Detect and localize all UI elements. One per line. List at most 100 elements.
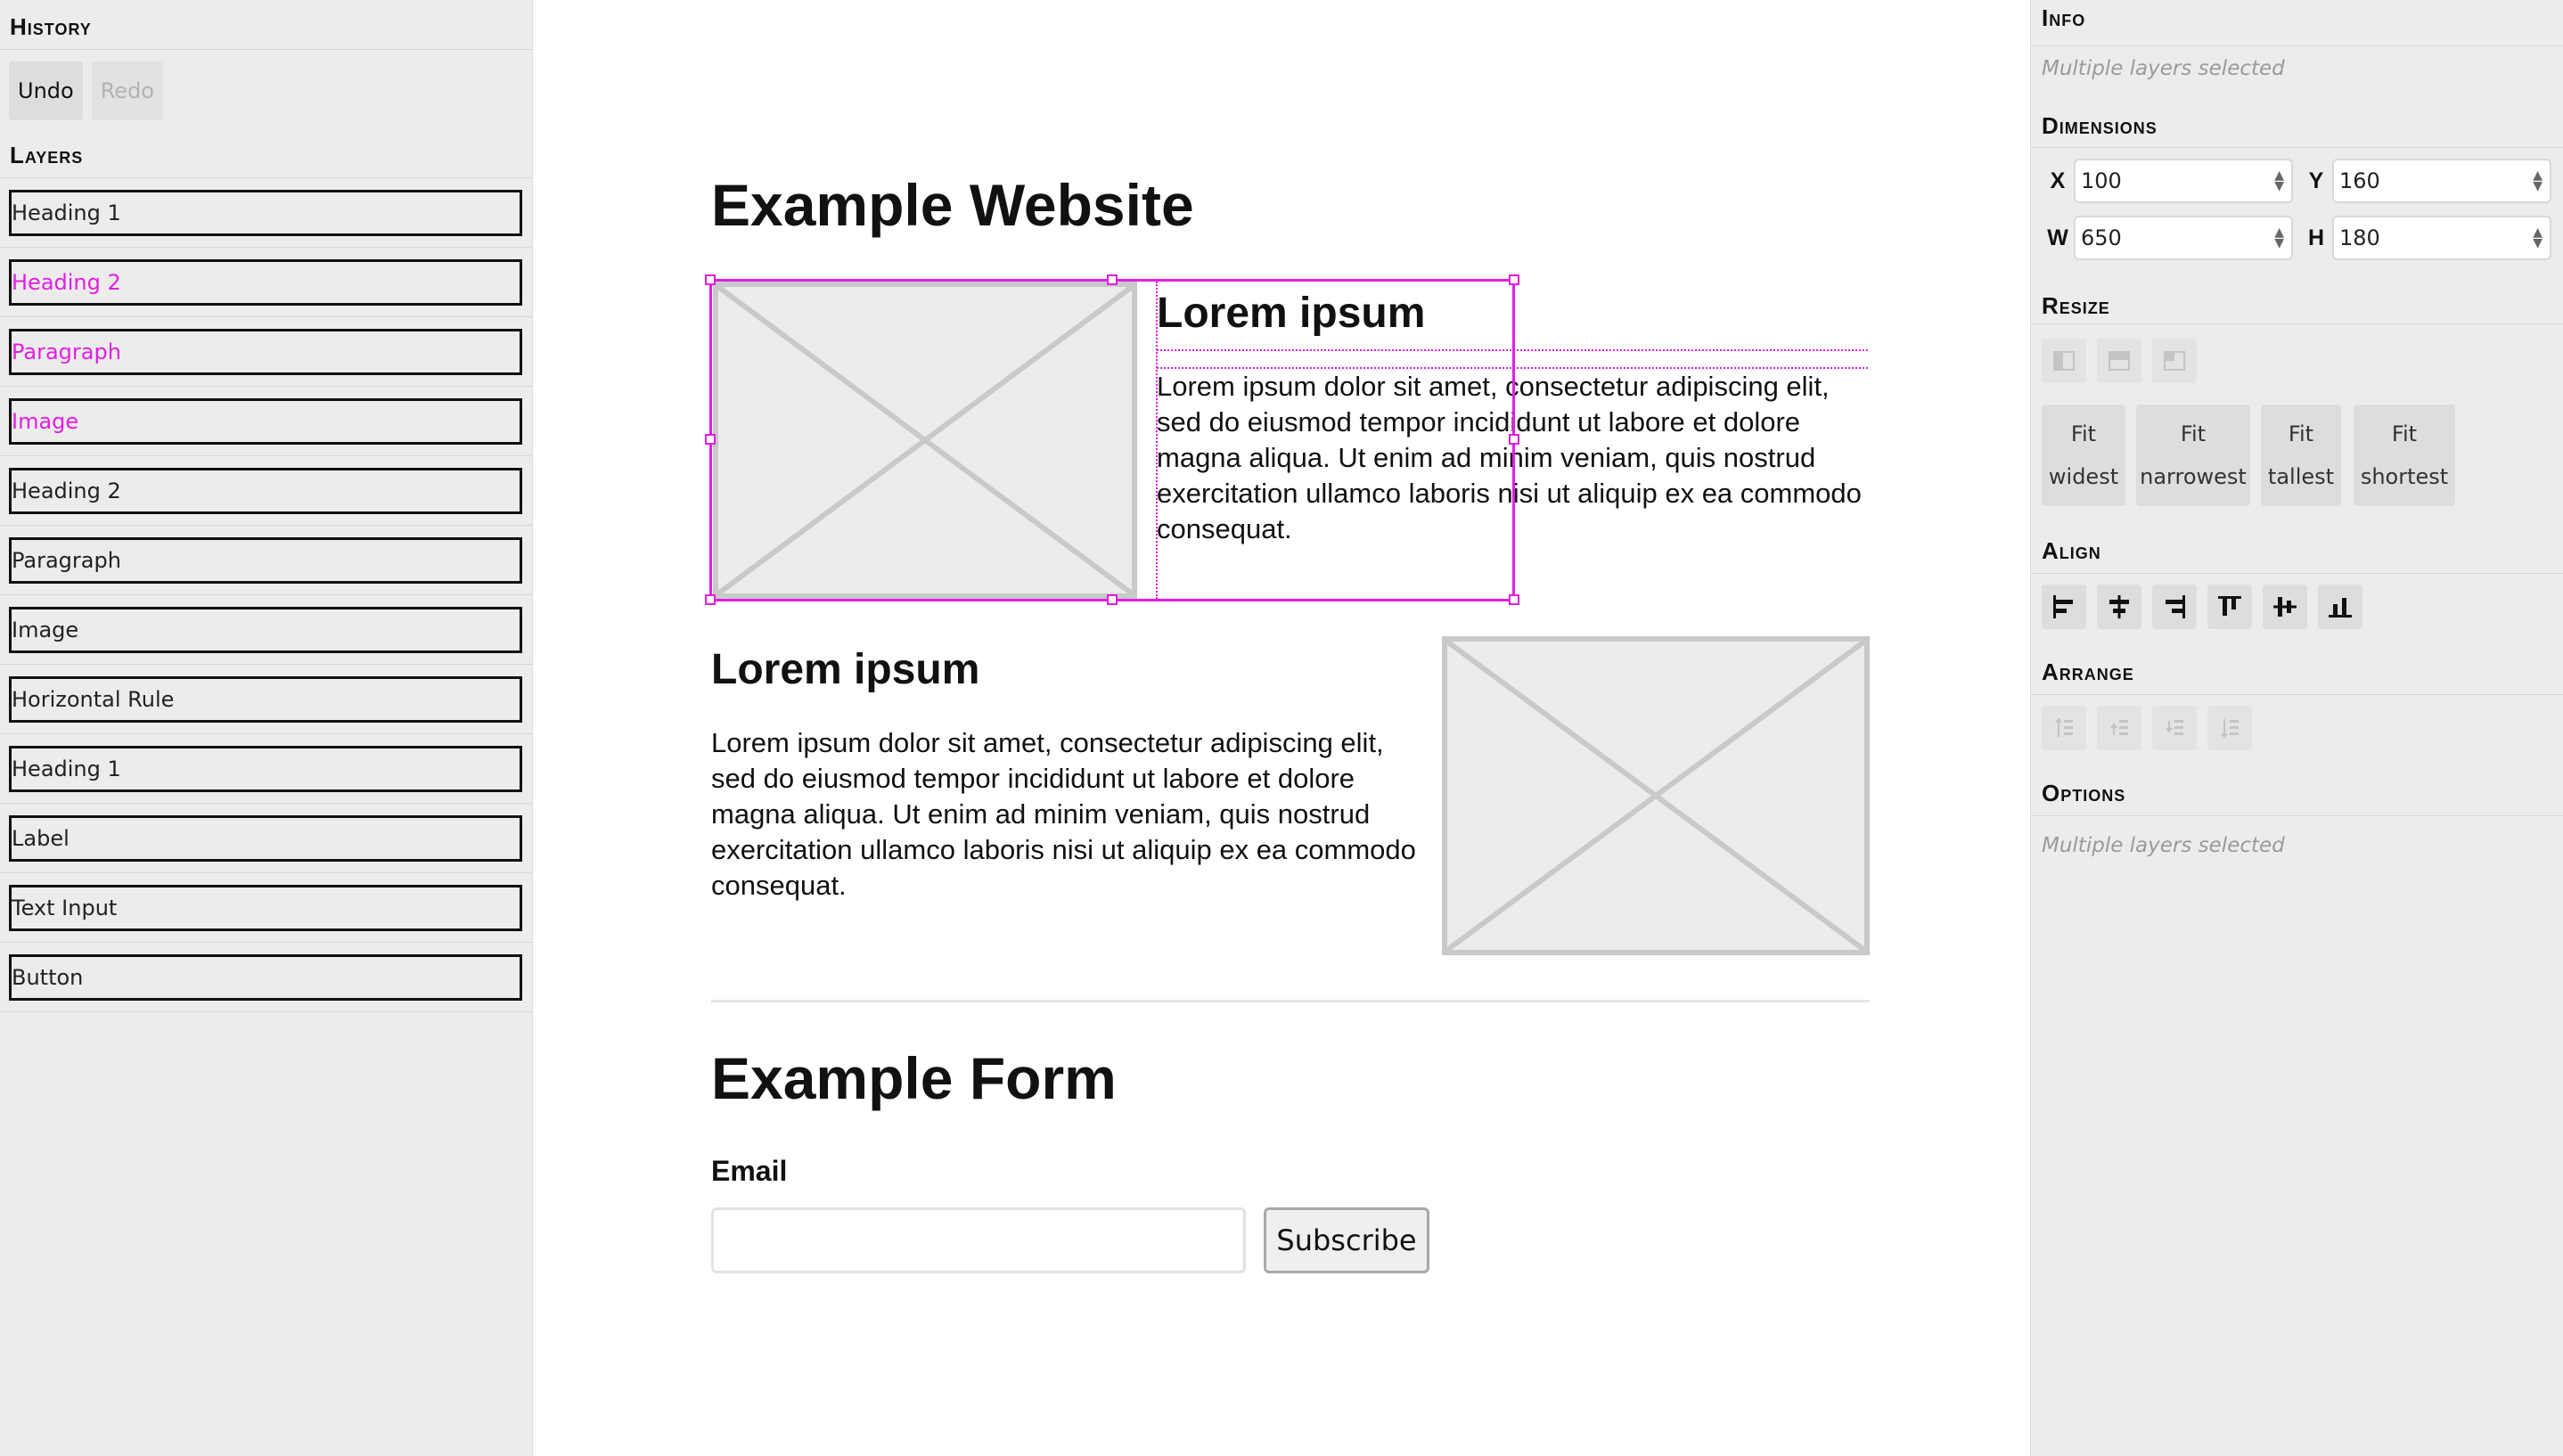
layer-item[interactable]: Text Input xyxy=(9,884,522,931)
fit-line2: tallest xyxy=(2267,464,2335,489)
layer-item[interactable]: Heading 2 xyxy=(9,467,522,514)
bring-to-front-icon[interactable] xyxy=(2042,706,2086,750)
history-heading: History xyxy=(0,0,532,50)
layer-row[interactable]: Heading 2 xyxy=(0,456,532,526)
layer-row[interactable]: Button xyxy=(0,943,532,1012)
resize-handle-top[interactable] xyxy=(1107,274,1118,285)
w-field-row: W 650 ▲ ▼ xyxy=(2042,216,2293,260)
send-backward-icon[interactable] xyxy=(2152,706,2197,750)
history-buttons: Undo Redo xyxy=(0,50,532,130)
h-field-row: H 180 ▲ ▼ xyxy=(2300,216,2551,260)
layer-item[interactable]: Image xyxy=(9,606,522,653)
site-title[interactable]: Example Website xyxy=(711,171,1194,239)
bring-forward-icon[interactable] xyxy=(2097,706,2141,750)
section2-paragraph[interactable]: Lorem ipsum dolor sit amet, consectetur … xyxy=(711,725,1424,904)
options-status: Multiple layers selected xyxy=(2042,834,2285,857)
image-placeholder-icon xyxy=(1447,642,1864,950)
layer-item[interactable]: Horizontal Rule xyxy=(9,675,522,723)
fit-line1: Fit xyxy=(2180,421,2207,446)
layer-item[interactable]: Label xyxy=(9,814,522,862)
layer-row[interactable]: Paragraph xyxy=(0,317,532,387)
layer-row[interactable]: Label xyxy=(0,804,532,873)
y-input[interactable]: 160 ▲ ▼ xyxy=(2332,159,2551,203)
resize-handle-bottom-right[interactable] xyxy=(1509,594,1519,605)
layer-item-selected[interactable]: Paragraph xyxy=(9,328,522,375)
layer-item[interactable]: Heading 1 xyxy=(9,745,522,792)
fit-line2: widest xyxy=(2048,464,2119,489)
x-value: 100 xyxy=(2081,168,2122,193)
layer-item[interactable]: Button xyxy=(9,953,522,1001)
layer-row[interactable]: Heading 1 xyxy=(0,178,532,248)
options-heading: Options xyxy=(2031,768,2563,816)
stepper-icon[interactable]: ▲ ▼ xyxy=(2274,226,2284,249)
layer-row[interactable]: Image xyxy=(0,595,532,665)
layer-list: Heading 1 Heading 2 Paragraph Image Head… xyxy=(0,178,532,1012)
resize-handle-bottom-left[interactable] xyxy=(705,594,716,605)
align-top-icon[interactable] xyxy=(2207,585,2252,629)
align-right-icon[interactable] xyxy=(2152,585,2197,629)
y-value: 160 xyxy=(2339,168,2380,193)
x-label: X xyxy=(2050,168,2066,193)
align-left-icon[interactable] xyxy=(2042,585,2086,629)
fit-line2: narrowest xyxy=(2140,464,2247,489)
layer-row[interactable]: Text Input xyxy=(0,873,532,943)
right-panel: Info Multiple layers selected Dimensions… xyxy=(2030,0,2563,1456)
redo-button[interactable]: Redo xyxy=(91,61,163,120)
layers-heading: Layers xyxy=(0,130,532,178)
resize-heading: Resize xyxy=(2031,278,2563,324)
selection-box[interactable] xyxy=(709,279,1515,601)
design-canvas[interactable]: Example Website Lorem ipsum Lorem ipsum … xyxy=(533,0,2030,1456)
stepper-icon[interactable]: ▲ ▼ xyxy=(2533,226,2543,249)
dimensions-heading: Dimensions xyxy=(2031,93,2563,148)
layer-item[interactable]: Heading 1 xyxy=(9,189,522,236)
layer-item[interactable]: Paragraph xyxy=(9,536,522,584)
resize-handle-bottom[interactable] xyxy=(1107,594,1118,605)
horizontal-rule[interactable] xyxy=(711,1000,1870,1002)
email-input[interactable] xyxy=(711,1207,1246,1273)
section2-heading[interactable]: Lorem ipsum xyxy=(711,645,979,694)
fit-line1: Fit xyxy=(2070,421,2097,446)
undo-button[interactable]: Undo xyxy=(9,61,83,120)
layer-row[interactable]: Heading 2 xyxy=(0,248,532,317)
y-label: Y xyxy=(2308,168,2324,193)
h-input[interactable]: 180 ▲ ▼ xyxy=(2332,216,2551,260)
form-title[interactable]: Example Form xyxy=(711,1044,1117,1112)
align-bottom-icon[interactable] xyxy=(2318,585,2362,629)
h-label: H xyxy=(2307,225,2325,250)
h-value: 180 xyxy=(2339,225,2380,250)
w-input[interactable]: 650 ▲ ▼ xyxy=(2074,216,2293,260)
x-input[interactable]: 100 ▲ ▼ xyxy=(2074,159,2293,203)
w-label: W xyxy=(2047,225,2068,250)
stepper-icon[interactable]: ▲ ▼ xyxy=(2274,169,2284,192)
subscribe-button[interactable]: Subscribe xyxy=(1264,1207,1429,1273)
w-value: 650 xyxy=(2081,225,2122,250)
stepper-icon[interactable]: ▲ ▼ xyxy=(2533,169,2543,192)
align-heading: Align xyxy=(2031,526,2563,574)
resize-handle-left[interactable] xyxy=(705,434,716,445)
match-height-icon[interactable] xyxy=(2097,339,2141,383)
align-center-vertical-icon[interactable] xyxy=(2263,585,2307,629)
y-field-row: Y 160 ▲ ▼ xyxy=(2300,159,2551,203)
layer-row[interactable]: Heading 1 xyxy=(0,734,532,804)
match-width-icon[interactable] xyxy=(2042,339,2086,383)
fit-shortest-button[interactable]: Fit shortest xyxy=(2354,405,2455,506)
resize-handle-right[interactable] xyxy=(1509,434,1519,445)
resize-handle-top-right[interactable] xyxy=(1509,274,1519,285)
layer-row[interactable]: Paragraph xyxy=(0,526,532,595)
x-field-row: X 100 ▲ ▼ xyxy=(2042,159,2293,203)
match-size-icon[interactable] xyxy=(2152,339,2197,383)
layer-row[interactable]: Image xyxy=(0,387,532,456)
layer-item-selected[interactable]: Image xyxy=(9,397,522,445)
send-to-back-icon[interactable] xyxy=(2207,706,2252,750)
fit-widest-button[interactable]: Fit widest xyxy=(2042,405,2125,506)
align-center-horizontal-icon[interactable] xyxy=(2097,585,2141,629)
left-panel: History Undo Redo Layers Heading 1 Headi… xyxy=(0,0,533,1456)
email-label[interactable]: Email xyxy=(711,1155,787,1188)
layer-item-selected[interactable]: Heading 2 xyxy=(9,258,522,306)
fit-line1: Fit xyxy=(2391,421,2418,446)
fit-narrowest-button[interactable]: Fit narrowest xyxy=(2136,405,2250,506)
image-placeholder-2[interactable] xyxy=(1442,636,1870,955)
resize-handle-top-left[interactable] xyxy=(705,274,716,285)
fit-tallest-button[interactable]: Fit tallest xyxy=(2261,405,2341,506)
layer-row[interactable]: Horizontal Rule xyxy=(0,665,532,734)
